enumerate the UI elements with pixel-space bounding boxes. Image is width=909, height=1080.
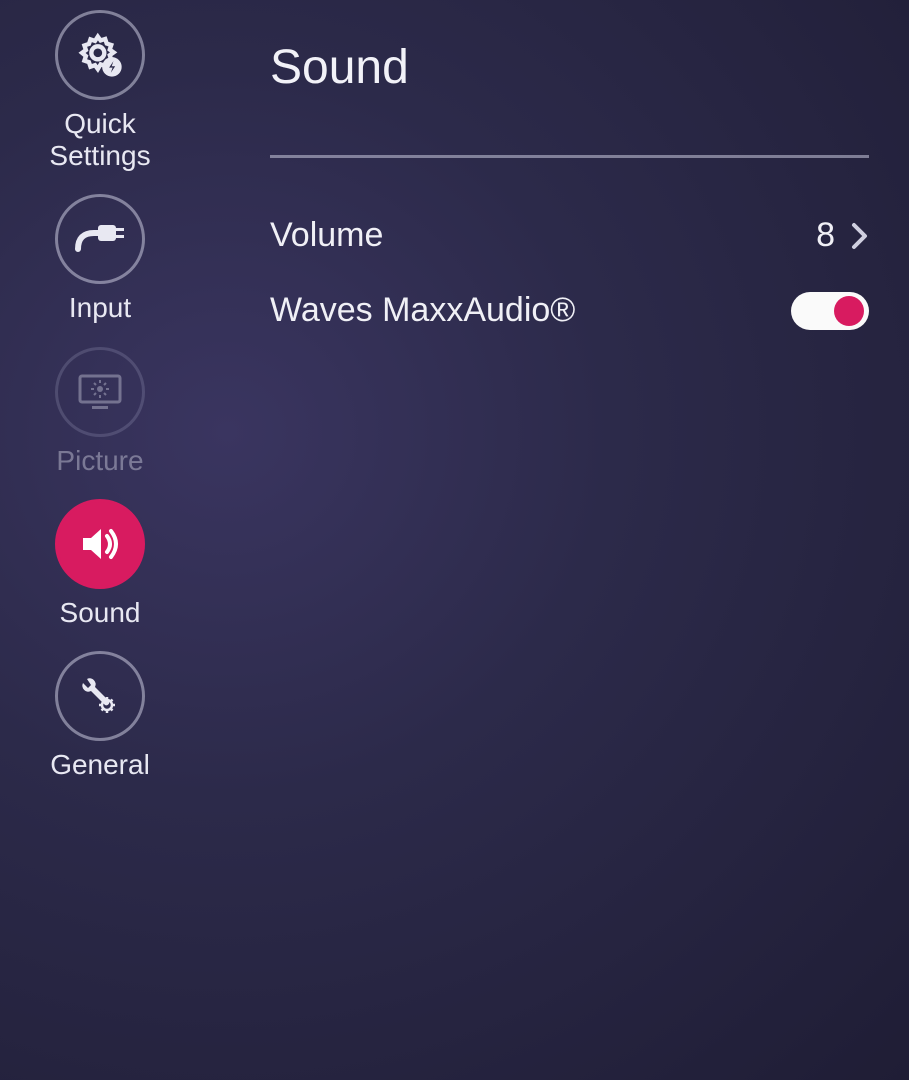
sidebar-item-label: Quick Settings — [49, 108, 150, 172]
chevron-right-icon — [851, 222, 869, 250]
sidebar-item-label: Picture — [56, 445, 143, 477]
row-value-group — [791, 292, 869, 330]
sidebar-item-general[interactable]: General — [50, 651, 150, 781]
row-label: Volume — [270, 216, 383, 255]
toggle-knob — [834, 296, 864, 326]
row-volume[interactable]: Volume 8 — [270, 198, 869, 273]
speaker-icon — [55, 499, 145, 589]
toggle-maxxaudio[interactable] — [791, 292, 869, 330]
gear-bolt-icon — [55, 10, 145, 100]
sidebar-item-sound[interactable]: Sound — [55, 499, 145, 629]
sidebar-item-label: Sound — [60, 597, 141, 629]
brightness-monitor-icon — [55, 347, 145, 437]
plug-icon — [55, 194, 145, 284]
divider — [270, 155, 869, 158]
sidebar-item-quick-settings[interactable]: Quick Settings — [49, 10, 150, 172]
sidebar-item-label: General — [50, 749, 150, 781]
wrench-gear-icon — [55, 651, 145, 741]
row-maxxaudio[interactable]: Waves MaxxAudio® — [270, 273, 869, 348]
main-panel: Sound Volume 8 Waves MaxxAudio® — [200, 0, 909, 1080]
page-title: Sound — [270, 40, 869, 95]
row-value-group: 8 — [816, 216, 869, 255]
row-label: Waves MaxxAudio® — [270, 291, 575, 330]
sidebar-item-input[interactable]: Input — [55, 194, 145, 324]
sidebar-item-picture[interactable]: Picture — [55, 347, 145, 477]
volume-value: 8 — [816, 216, 835, 255]
sidebar-item-label: Input — [69, 292, 131, 324]
sidebar: Quick Settings Input — [0, 0, 200, 1080]
